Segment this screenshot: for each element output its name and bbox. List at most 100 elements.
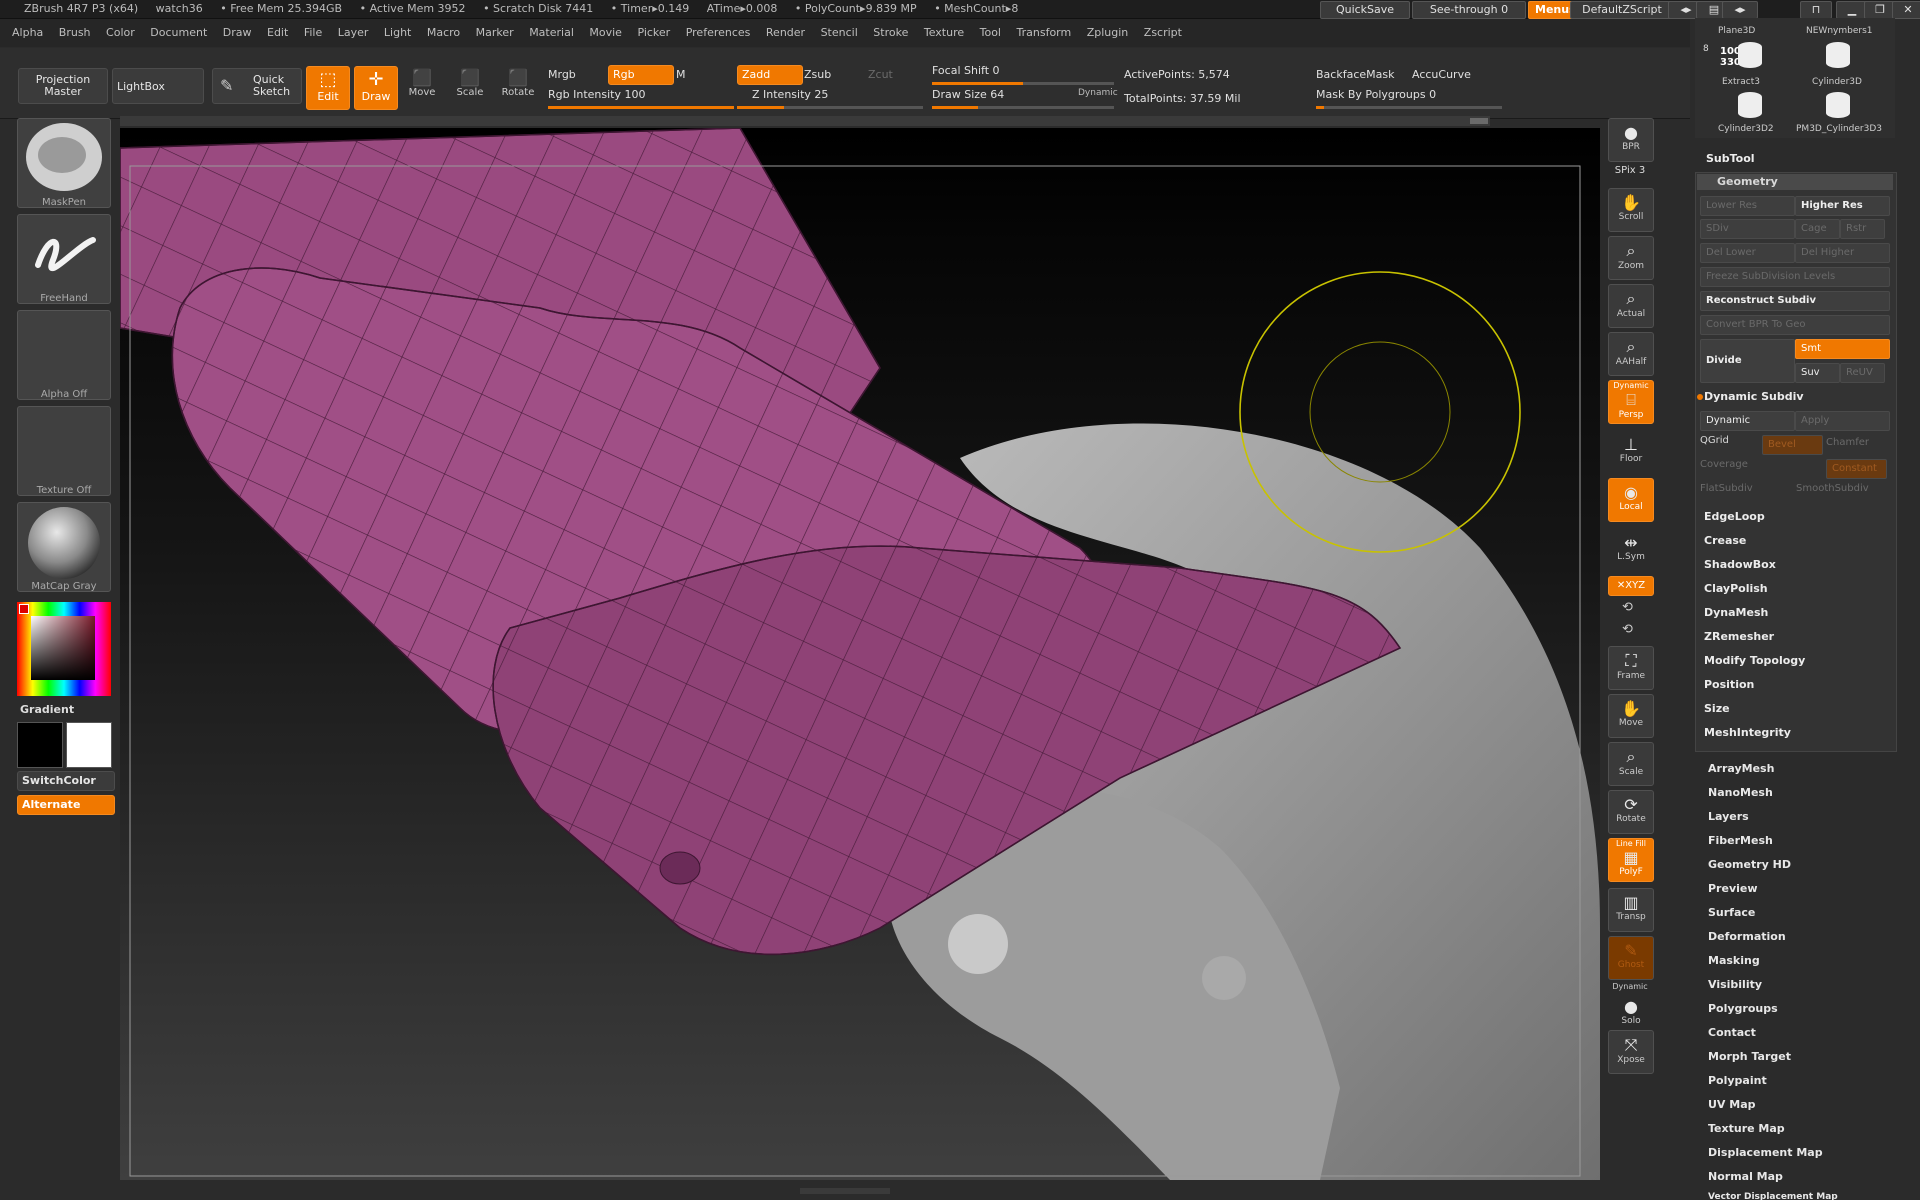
rotate-button[interactable]: ⬛ Rotate	[498, 68, 538, 108]
switch-color-button[interactable]: SwitchColor	[17, 771, 115, 791]
arraymesh-section[interactable]: ArrayMesh	[1708, 762, 1774, 775]
menu-light[interactable]: Light	[384, 19, 411, 47]
color-picker[interactable]	[17, 602, 111, 696]
preview-section[interactable]: Preview	[1708, 882, 1758, 895]
texture-map-section[interactable]: Texture Map	[1708, 1122, 1785, 1135]
layout-right-icon[interactable]: ◂▸	[1722, 1, 1758, 19]
canvas-viewport[interactable]	[120, 128, 1600, 1180]
rstr-button[interactable]: Rstr	[1840, 219, 1885, 239]
xpose-button[interactable]: ⤧ Xpose	[1608, 1030, 1654, 1074]
edit-button[interactable]: ⬚ Edit	[306, 66, 350, 110]
secondary-color-swatch[interactable]	[17, 722, 63, 768]
menu-stroke[interactable]: Stroke	[873, 19, 908, 47]
see-through-slider[interactable]: See-through 0	[1412, 1, 1526, 19]
menu-draw[interactable]: Draw	[223, 19, 252, 47]
color-square[interactable]	[31, 616, 95, 680]
z-intensity-slider[interactable]	[737, 106, 923, 109]
menu-marker[interactable]: Marker	[476, 19, 514, 47]
menu-transform[interactable]: Transform	[1017, 19, 1072, 47]
stroke-selector[interactable]: FreeHand	[17, 214, 111, 304]
edgeloop-section[interactable]: EdgeLoop	[1700, 506, 1894, 528]
nanomesh-section[interactable]: NanoMesh	[1708, 786, 1773, 799]
bevel-toggle[interactable]: Bevel	[1762, 435, 1823, 455]
menu-zplugin[interactable]: Zplugin	[1087, 19, 1129, 47]
transp-button[interactable]: ▥ Transp	[1608, 888, 1654, 932]
reconstruct-subdiv-button[interactable]: Reconstruct Subdiv	[1700, 291, 1890, 311]
reuv-button[interactable]: ReUV	[1840, 363, 1885, 383]
rgb-intensity-slider[interactable]	[548, 106, 734, 109]
zremesher-section[interactable]: ZRemesher	[1700, 626, 1894, 648]
displacement-map-section[interactable]: Displacement Map	[1708, 1146, 1823, 1159]
freeze-subdivision-button[interactable]: Freeze SubDivision Levels	[1700, 267, 1890, 287]
menu-stencil[interactable]: Stencil	[821, 19, 858, 47]
cage-button[interactable]: Cage	[1795, 219, 1840, 239]
horizontal-scrollbar[interactable]	[120, 116, 1490, 126]
menu-document[interactable]: Document	[150, 19, 207, 47]
dynamic-subdiv-header[interactable]: Dynamic Subdiv	[1700, 386, 1894, 408]
visibility-section[interactable]: Visibility	[1708, 978, 1762, 991]
spix-slider[interactable]: SPix 3	[1608, 165, 1652, 176]
morph-target-section[interactable]: Morph Target	[1708, 1050, 1791, 1063]
frame-button[interactable]: ⛶ Frame	[1608, 646, 1654, 690]
geometry-header[interactable]: Geometry	[1697, 174, 1893, 190]
menu-movie[interactable]: Movie	[589, 19, 622, 47]
layers-section[interactable]: Layers	[1708, 810, 1749, 823]
quicksave-button[interactable]: QuickSave	[1320, 1, 1410, 19]
menu-color[interactable]: Color	[106, 19, 135, 47]
local-button[interactable]: ◉ Local	[1608, 478, 1654, 522]
menu-file[interactable]: File	[304, 19, 322, 47]
smt-toggle[interactable]: Smt	[1795, 339, 1890, 359]
menu-zscript[interactable]: Zscript	[1144, 19, 1182, 47]
menu-brush[interactable]: Brush	[59, 19, 91, 47]
alternate-button[interactable]: Alternate	[17, 795, 115, 815]
subtool-extract3[interactable]: Extract3	[1722, 77, 1760, 87]
zadd-button[interactable]: Zadd	[737, 65, 803, 85]
polypaint-section[interactable]: Polypaint	[1708, 1074, 1767, 1087]
smoothsubdiv-slider[interactable]: SmoothSubdiv	[1796, 483, 1869, 494]
menu-edit[interactable]: Edit	[267, 19, 288, 47]
menu-preferences[interactable]: Preferences	[686, 19, 751, 47]
polyf-button[interactable]: Line Fill ▦ PolyF	[1608, 838, 1654, 882]
contact-section[interactable]: Contact	[1708, 1026, 1756, 1039]
constant-toggle[interactable]: Constant	[1826, 459, 1887, 479]
chamfer-toggle[interactable]: Chamfer	[1826, 437, 1869, 448]
crease-section[interactable]: Crease	[1700, 530, 1894, 552]
rgb-button[interactable]: Rgb	[608, 65, 674, 85]
subtool-pm3d-cylinder3d3[interactable]: PM3D_Cylinder3D3	[1796, 124, 1882, 134]
normal-map-section[interactable]: Normal Map	[1708, 1170, 1783, 1183]
script-button[interactable]: DefaultZScript	[1570, 1, 1674, 19]
rotate-view-button[interactable]: ⟳ Rotate	[1608, 790, 1654, 834]
projection-master-button[interactable]: Projection Master	[18, 68, 108, 104]
draw-button[interactable]: ✛ Draw	[354, 66, 398, 110]
scroll-thumb[interactable]	[1470, 118, 1488, 124]
actual-button[interactable]: ⌕ Actual	[1608, 284, 1654, 328]
divide-button[interactable]: Divide	[1700, 339, 1795, 383]
lsym-button[interactable]: ⇹ L.Sym	[1608, 528, 1654, 572]
brush-selector[interactable]: MaskPen	[17, 118, 111, 208]
lower-res-button[interactable]: Lower Res	[1700, 196, 1795, 216]
flatsubdiv-slider[interactable]: FlatSubdiv	[1700, 483, 1753, 494]
move-view-button[interactable]: ✋ Move	[1608, 694, 1654, 738]
mrgb-button[interactable]: Mrgb	[548, 68, 576, 81]
mask-by-polygroups-slider[interactable]	[1316, 106, 1502, 109]
alpha-selector[interactable]: Alpha Off	[17, 310, 111, 400]
position-section[interactable]: Position	[1700, 674, 1894, 696]
menu-render[interactable]: Render	[766, 19, 805, 47]
del-higher-button[interactable]: Del Higher	[1795, 243, 1890, 263]
focal-shift-slider[interactable]	[932, 82, 1114, 85]
surface-section[interactable]: Surface	[1708, 906, 1755, 919]
xyz-button[interactable]: ✕XYZ	[1608, 576, 1654, 596]
size-section[interactable]: Size	[1700, 698, 1894, 720]
material-selector[interactable]: MatCap Gray	[17, 502, 111, 592]
del-lower-button[interactable]: Del Lower	[1700, 243, 1795, 263]
scale-button[interactable]: ⬛ Scale	[450, 68, 490, 108]
bottom-tray-handle[interactable]	[800, 1188, 890, 1194]
zoom-button[interactable]: ⌕ Zoom	[1608, 236, 1654, 280]
draw-size-slider[interactable]	[932, 106, 1114, 109]
dynamesh-section[interactable]: DynaMesh	[1700, 602, 1894, 624]
sdiv-slider[interactable]: SDiv	[1700, 219, 1795, 239]
meshintegrity-section[interactable]: MeshIntegrity	[1700, 722, 1894, 744]
shadowbox-section[interactable]: ShadowBox	[1700, 554, 1894, 576]
polygroups-section[interactable]: Polygroups	[1708, 1002, 1778, 1015]
close-icon[interactable]: ✕	[1892, 1, 1920, 19]
